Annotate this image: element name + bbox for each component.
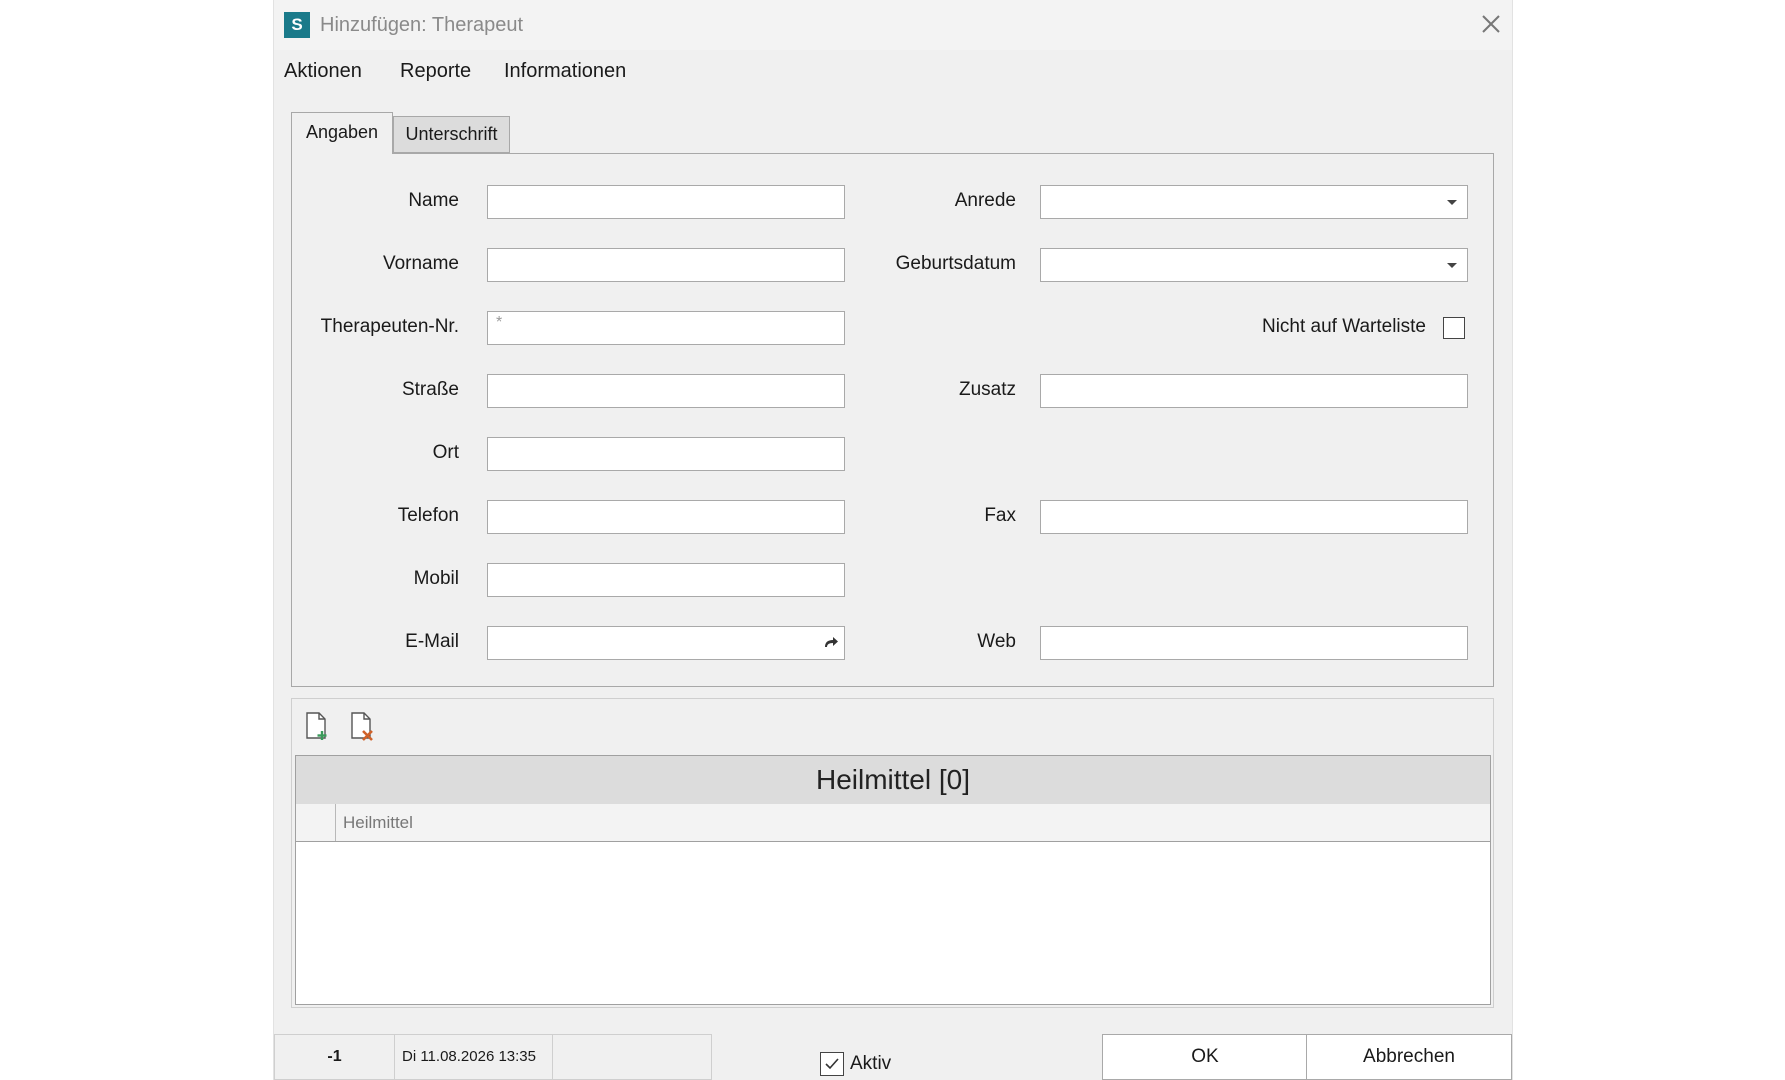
title-bar: S Hinzufügen: Therapeut [274, 0, 1512, 50]
telefon-label: Telefon [397, 505, 459, 526]
ort-input[interactable] [487, 437, 845, 471]
vorname-label: Vorname [382, 253, 459, 274]
row-indicator-header [296, 804, 336, 841]
column-heilmittel[interactable]: Heilmittel [343, 813, 413, 833]
anrede-label: Anrede [954, 190, 1016, 211]
fax-label: Fax [984, 505, 1016, 526]
delete-document-icon[interactable] [349, 711, 375, 741]
therapeuten-nr-input[interactable]: * [487, 311, 845, 345]
fax-input[interactable] [1040, 500, 1468, 534]
angaben-panel: Name Vorname Therapeuten-Nr. * Straße Or… [291, 153, 1494, 687]
ort-label: Ort [432, 442, 459, 463]
telefon-input[interactable] [487, 500, 845, 534]
vorname-input[interactable] [487, 248, 845, 282]
menu-reporte[interactable]: Reporte [400, 60, 471, 83]
status-bar: -1 Di 11.08.2026 13:35 [274, 1034, 712, 1080]
cancel-button[interactable]: Abbrechen [1306, 1034, 1512, 1080]
grid-title: Heilmittel [0] [296, 756, 1490, 804]
grid-header: Heilmittel [296, 804, 1490, 842]
anrede-select[interactable] [1040, 185, 1468, 219]
menu-bar: Aktionen Reporte Informationen [274, 52, 1512, 90]
web-label: Web [977, 631, 1016, 652]
heilmittel-grid: Heilmittel [0] Heilmittel [295, 755, 1491, 1005]
zusatz-label: Zusatz [958, 379, 1016, 400]
strasse-input[interactable] [487, 374, 845, 408]
name-input[interactable] [487, 185, 845, 219]
geburtsdatum-picker[interactable] [1040, 248, 1468, 282]
aktiv-checkbox[interactable] [820, 1052, 844, 1076]
record-datetime: Di 11.08.2026 13:35 [395, 1035, 553, 1079]
geburtsdatum-label: Geburtsdatum [895, 253, 1016, 274]
aktiv-label: Aktiv [850, 1053, 892, 1074]
name-label: Name [408, 190, 459, 211]
warteliste-checkbox[interactable] [1443, 317, 1465, 339]
mobil-input[interactable] [487, 563, 845, 597]
zusatz-input[interactable] [1040, 374, 1468, 408]
menu-aktionen[interactable]: Aktionen [284, 60, 362, 83]
warteliste-label: Nicht auf Warteliste [1261, 316, 1426, 337]
strasse-label: Straße [401, 379, 459, 400]
tab-unterschrift[interactable]: Unterschrift [393, 116, 510, 153]
record-id: -1 [275, 1035, 395, 1079]
dialog-window: S Hinzufügen: Therapeut Aktionen Reporte… [273, 0, 1513, 1080]
window-title: Hinzufügen: Therapeut [320, 14, 524, 36]
add-document-icon[interactable] [304, 711, 330, 741]
app-icon: S [284, 12, 310, 38]
tab-angaben[interactable]: Angaben [291, 112, 393, 154]
ok-button[interactable]: OK [1102, 1034, 1308, 1080]
mobil-label: Mobil [413, 568, 459, 589]
send-mail-icon[interactable] [822, 634, 840, 652]
web-input[interactable] [1040, 626, 1468, 660]
email-label: E-Mail [405, 631, 459, 652]
email-input[interactable] [487, 626, 845, 660]
menu-informationen[interactable]: Informationen [504, 60, 626, 83]
status-empty-cell [553, 1035, 711, 1079]
check-icon [825, 1058, 839, 1070]
chevron-down-icon [1447, 263, 1457, 268]
close-icon[interactable] [1477, 10, 1505, 38]
therapeuten-nr-label: Therapeuten-Nr. [320, 316, 459, 337]
chevron-down-icon [1447, 200, 1457, 205]
